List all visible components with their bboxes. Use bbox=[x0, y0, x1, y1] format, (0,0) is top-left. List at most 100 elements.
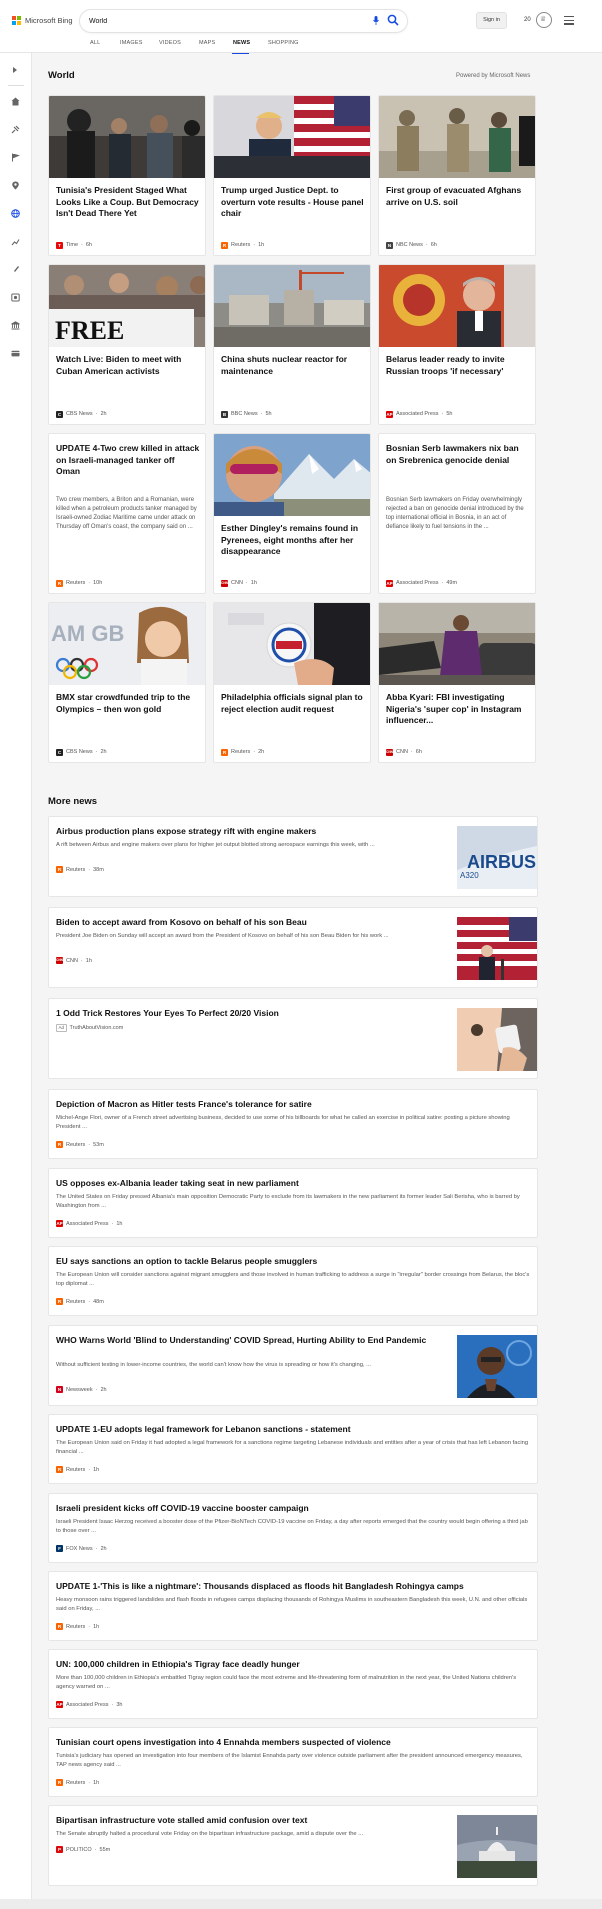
news-title[interactable]: Bipartisan infrastructure vote stalled a… bbox=[56, 1815, 307, 1826]
news-title[interactable]: EU says sanctions an option to tackle Be… bbox=[56, 1256, 317, 1267]
separator-dot: · bbox=[81, 242, 83, 248]
card-title[interactable]: Abba Kyari: FBI investigating Nigeria's … bbox=[386, 692, 530, 727]
tab-news[interactable]: NEWS bbox=[233, 40, 250, 46]
news-title[interactable]: 1 Odd Trick Restores Your Eyes To Perfec… bbox=[56, 1008, 279, 1019]
news-source: R Reuters · 1h bbox=[56, 1623, 99, 1630]
business-icon[interactable] bbox=[11, 237, 20, 246]
publisher-logo-icon: AP bbox=[56, 1701, 63, 1708]
tab-shopping[interactable]: SHOPPING bbox=[268, 40, 299, 46]
globe-icon[interactable] bbox=[11, 209, 20, 218]
location-pin-icon[interactable] bbox=[11, 181, 20, 190]
news-snippet: The European Union said on Friday it had… bbox=[56, 1440, 529, 1455]
news-title[interactable]: UPDATE 1-EU adopts legal framework for L… bbox=[56, 1424, 351, 1435]
news-card[interactable]: UPDATE 4-Two crew killed in attack on Is… bbox=[48, 433, 206, 594]
article-age: 1h bbox=[93, 1623, 100, 1630]
tab-images[interactable]: IMAGES bbox=[120, 40, 143, 46]
scope-tabs: ALL IMAGES VIDEOS MAPS NEWS SHOPPING bbox=[0, 40, 602, 54]
hamburger-menu-icon[interactable] bbox=[564, 16, 574, 25]
search-input[interactable] bbox=[89, 14, 359, 28]
money-icon[interactable] bbox=[11, 349, 20, 358]
bing-logo[interactable]: Microsoft Bing bbox=[12, 16, 73, 25]
news-list-item[interactable]: Airbus production plans expose strategy … bbox=[48, 816, 538, 897]
article-age: 1h bbox=[116, 1220, 123, 1227]
news-title[interactable]: US opposes ex-Albania leader taking seat… bbox=[56, 1178, 299, 1189]
tab-all[interactable]: ALL bbox=[90, 40, 100, 46]
card-title[interactable]: Trump urged Justice Dept. to overturn vo… bbox=[221, 185, 365, 220]
sign-in-button[interactable]: Sign in bbox=[476, 12, 507, 29]
publisher-logo-icon: C bbox=[56, 748, 63, 756]
news-image-who bbox=[457, 1335, 537, 1398]
entertainment-icon[interactable] bbox=[11, 293, 20, 302]
politics-icon[interactable] bbox=[11, 321, 20, 330]
news-card[interactable]: Trump urged Justice Dept. to overturn vo… bbox=[213, 95, 371, 256]
source-name: Reuters bbox=[66, 866, 86, 873]
source-name: Associated Press bbox=[396, 411, 439, 417]
news-card[interactable]: Belarus leader ready to invite Russian t… bbox=[378, 264, 536, 425]
news-list-item[interactable]: 1 Odd Trick Restores Your Eyes To Perfec… bbox=[48, 998, 538, 1079]
card-title[interactable]: Tunisia's President Staged What Looks Li… bbox=[56, 185, 200, 220]
publisher-logo-icon: R bbox=[56, 866, 63, 873]
news-title[interactable]: Airbus production plans expose strategy … bbox=[56, 826, 316, 837]
news-list-item[interactable]: UN: 100,000 children in Ethiopia's Tigra… bbox=[48, 1649, 538, 1719]
news-list-item[interactable]: UPDATE 1-EU adopts legal framework for L… bbox=[48, 1414, 538, 1484]
news-card[interactable]: Abba Kyari: FBI investigating Nigeria's … bbox=[378, 602, 536, 763]
news-image-vision bbox=[457, 1008, 537, 1071]
separator-dot: · bbox=[88, 1779, 91, 1786]
news-card[interactable]: Bosnian Serb lawmakers nix ban on Srebre… bbox=[378, 433, 536, 594]
card-source: CNN CNN · 6h bbox=[386, 748, 422, 756]
separator-dot: · bbox=[95, 1545, 98, 1552]
card-title[interactable]: Esther Dingley's remains found in Pyrene… bbox=[221, 523, 365, 558]
publisher-logo-icon: AP bbox=[56, 1220, 63, 1227]
card-title[interactable]: UPDATE 4-Two crew killed in attack on Is… bbox=[56, 443, 200, 478]
news-title[interactable]: WHO Warns World 'Blind to Understanding'… bbox=[56, 1335, 431, 1346]
microphone-icon[interactable] bbox=[373, 16, 379, 25]
card-title[interactable]: Philadelphia officials signal plan to re… bbox=[221, 692, 365, 715]
news-source: P POLITICO · 55m bbox=[56, 1846, 110, 1853]
news-image-biden bbox=[457, 917, 537, 980]
news-title[interactable]: Biden to accept award from Kosovo on beh… bbox=[56, 917, 307, 928]
powered-by-label[interactable]: Powered by Microsoft News bbox=[456, 73, 530, 79]
news-list-item[interactable]: US opposes ex-Albania leader taking seat… bbox=[48, 1168, 538, 1238]
card-title[interactable]: Bosnian Serb lawmakers nix ban on Srebre… bbox=[386, 443, 530, 466]
news-source: AP Associated Press · 1h bbox=[56, 1220, 122, 1227]
publisher-logo-icon: F bbox=[56, 1545, 63, 1552]
card-title[interactable]: Belarus leader ready to invite Russian t… bbox=[386, 354, 530, 377]
flag-icon[interactable] bbox=[11, 153, 20, 162]
news-list-item[interactable]: WHO Warns World 'Blind to Understanding'… bbox=[48, 1325, 538, 1406]
news-list-item[interactable]: Tunisian court opens investigation into … bbox=[48, 1727, 538, 1797]
home-icon[interactable] bbox=[11, 97, 20, 106]
separator-dot: · bbox=[88, 1623, 91, 1630]
news-list-item[interactable]: Israeli president kicks off COVID-19 vac… bbox=[48, 1493, 538, 1563]
news-title[interactable]: UN: 100,000 children in Ethiopia's Tigra… bbox=[56, 1659, 300, 1670]
news-card[interactable]: Esther Dingley's remains found in Pyrene… bbox=[213, 433, 371, 594]
news-title[interactable]: Tunisian court opens investigation into … bbox=[56, 1737, 391, 1748]
news-title[interactable]: Depiction of Macron as Hitler tests Fran… bbox=[56, 1099, 312, 1110]
news-title[interactable]: UPDATE 1-'This is like a nightmare': Tho… bbox=[56, 1581, 464, 1592]
news-card[interactable]: Philadelphia officials signal plan to re… bbox=[213, 602, 371, 763]
news-list-item[interactable]: Depiction of Macron as Hitler tests Fran… bbox=[48, 1089, 538, 1159]
news-list-item[interactable]: Bipartisan infrastructure vote stalled a… bbox=[48, 1805, 538, 1886]
news-title[interactable]: Israeli president kicks off COVID-19 vac… bbox=[56, 1503, 309, 1514]
search-icon[interactable] bbox=[387, 14, 399, 26]
card-title[interactable]: First group of evacuated Afghans arrive … bbox=[386, 185, 530, 208]
news-card[interactable]: AM GB BMX star crowdfunded trip to the O… bbox=[48, 602, 206, 763]
news-card[interactable]: FREE Watch Live: Biden to meet with Cuba… bbox=[48, 264, 206, 425]
news-list-item[interactable]: EU says sanctions an option to tackle Be… bbox=[48, 1246, 538, 1316]
tab-videos[interactable]: VIDEOS bbox=[159, 40, 181, 46]
expand-icon[interactable] bbox=[13, 67, 17, 73]
news-image-kyari bbox=[379, 603, 535, 685]
card-title[interactable]: Watch Live: Biden to meet with Cuban Ame… bbox=[56, 354, 200, 377]
card-title[interactable]: BMX star crowdfunded trip to the Olympic… bbox=[56, 692, 200, 715]
science-icon[interactable] bbox=[11, 265, 20, 274]
sports-icon[interactable] bbox=[11, 125, 20, 134]
card-source: AP Associated Press · 5h bbox=[386, 410, 452, 418]
tab-maps[interactable]: MAPS bbox=[199, 40, 215, 46]
card-title[interactable]: China shuts nuclear reactor for maintena… bbox=[221, 354, 365, 377]
news-list-item[interactable]: Biden to accept award from Kosovo on beh… bbox=[48, 907, 538, 988]
news-card[interactable]: First group of evacuated Afghans arrive … bbox=[378, 95, 536, 256]
separator-dot: · bbox=[410, 749, 413, 755]
news-card[interactable]: China shuts nuclear reactor for maintena… bbox=[213, 264, 371, 425]
rewards-points[interactable]: 20 bbox=[524, 17, 531, 23]
news-card[interactable]: Tunisia's President Staged What Looks Li… bbox=[48, 95, 206, 256]
news-list-item[interactable]: UPDATE 1-'This is like a nightmare': Tho… bbox=[48, 1571, 538, 1641]
